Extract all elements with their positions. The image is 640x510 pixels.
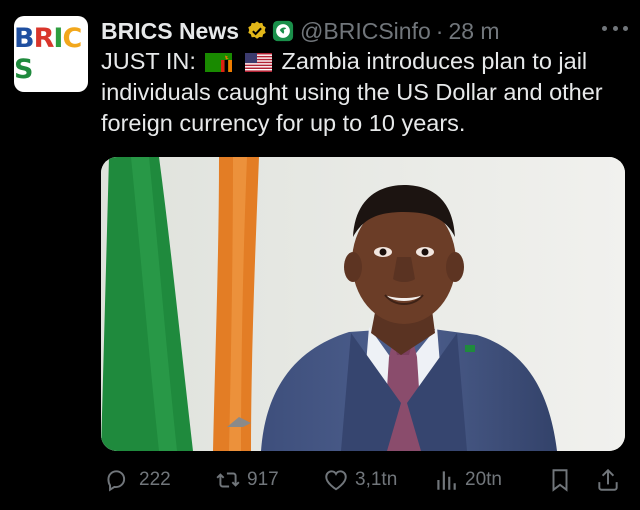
separator-dot: · <box>435 17 444 44</box>
tweet-text: JUST IN: Zambia introduces plan to jail … <box>101 46 631 139</box>
reply-button[interactable]: 222 <box>103 467 215 493</box>
affiliate-badge-icon <box>272 20 294 42</box>
verified-badge-icon <box>248 21 266 39</box>
tweet-photo[interactable] <box>101 157 625 451</box>
us-flag <box>244 53 272 72</box>
reply-count: 222 <box>139 469 171 490</box>
views-button[interactable]: 20tn <box>433 467 547 493</box>
bookmark-icon <box>552 469 568 492</box>
tweet-header: BRICS News @BRICSinfo · 28 m <box>101 14 590 48</box>
like-button[interactable]: 3,1tn <box>323 467 433 493</box>
author-name[interactable]: BRICS News <box>101 18 239 45</box>
photo-illustration <box>101 157 625 451</box>
like-icon <box>325 470 347 491</box>
share-icon <box>598 468 618 491</box>
author-handle[interactable]: @BRICSinfo <box>300 18 431 45</box>
like-count: 3,1tn <box>355 469 398 490</box>
views-icon <box>437 471 456 490</box>
avatar[interactable]: BRICS <box>14 16 88 92</box>
repost-button[interactable]: 917 <box>215 467 323 493</box>
repost-count: 917 <box>247 469 279 490</box>
action-bar: 222 917 3,1tn 20tn <box>103 464 625 496</box>
avatar-letter: I <box>53 23 63 54</box>
bookmark-button[interactable] <box>547 467 595 493</box>
share-button[interactable] <box>595 467 621 493</box>
avatar-logo: BRICS <box>14 23 88 85</box>
avatar-letter: R <box>33 23 55 54</box>
avatar-letter: B <box>14 23 35 54</box>
reply-icon <box>107 470 126 492</box>
avatar-letter: C <box>62 23 82 54</box>
tweet-text-prefix: JUST IN: <box>101 48 196 74</box>
more-icon[interactable] <box>602 18 628 38</box>
views-count: 20tn <box>465 469 502 490</box>
zambia-flag <box>205 53 233 72</box>
repost-icon <box>216 472 240 488</box>
timestamp[interactable]: 28 m <box>448 18 499 45</box>
avatar-letter: S <box>14 54 33 85</box>
